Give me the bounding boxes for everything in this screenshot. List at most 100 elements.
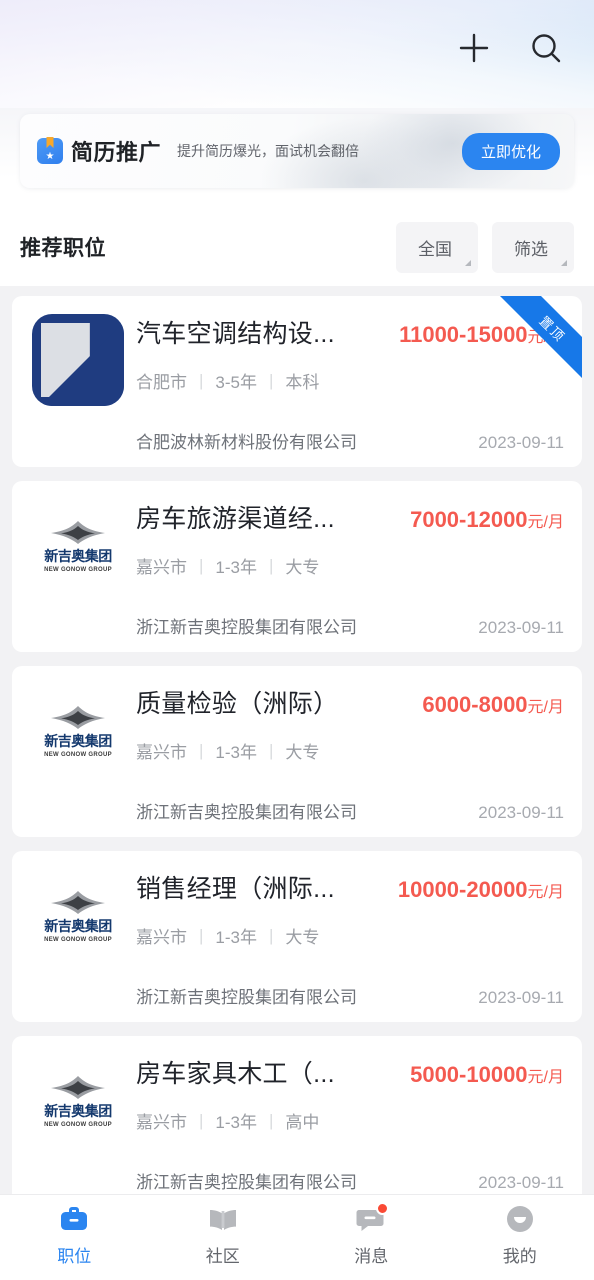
gonow-logo-en: NEW GONOW GROUP [44, 751, 112, 758]
gonow-logo-cn: 新吉奥集团 [44, 548, 112, 565]
job-education: 大专 [285, 743, 320, 762]
gonow-logo-cn: 新吉奥集团 [44, 1103, 112, 1120]
tab-messages[interactable]: 消息 [297, 1202, 446, 1267]
job-city: 嘉兴市 [136, 1113, 187, 1132]
banner-title: 简历推广 [71, 140, 162, 165]
meta-divider: | [199, 925, 204, 945]
gonow-logo-en: NEW GONOW GROUP [44, 566, 112, 573]
job-card-bottom: 浙江新吉奥控股集团有限公司 2023-09-11 [30, 613, 564, 638]
job-title-row: 质量检验（洲际） 6000-8000元/月 [136, 684, 564, 720]
job-education: 大专 [285, 928, 320, 947]
meta-divider: | [199, 555, 204, 575]
chat-icon [354, 1202, 390, 1235]
job-city: 合肥市 [136, 373, 187, 392]
job-title: 房车旅游渠道经... [136, 505, 335, 533]
company-logo: 新吉奥集团 NEW GONOW GROUP [30, 497, 126, 593]
meta-divider: | [269, 555, 274, 575]
job-card[interactable]: 新吉奥集团 NEW GONOW GROUP 销售经理（洲际... 10000-2000… [12, 851, 582, 1022]
tab-community[interactable]: 社区 [149, 1203, 298, 1267]
gonow-logo-en: NEW GONOW GROUP [44, 1121, 112, 1128]
job-salary: 11000-15000元/月 [399, 322, 564, 347]
job-list[interactable]: 置顶 汽车空调结构设... 11000-15000元/月 合肥市 | 3-5年 | 本科 合肥波… [0, 286, 594, 1194]
meta-divider: | [269, 370, 274, 390]
job-card-top: 新吉奥集团 NEW GONOW GROUP 质量检验（洲际） 6000-8000元/月… [30, 682, 564, 778]
job-city: 嘉兴市 [136, 928, 187, 947]
job-date: 2023-09-11 [478, 803, 564, 822]
job-education: 本科 [285, 373, 320, 392]
job-card[interactable]: 新吉奥集团 NEW GONOW GROUP 质量检验（洲际） 6000-8000元/月… [12, 666, 582, 837]
tab-jobs[interactable]: 职位 [0, 1203, 149, 1267]
region-filter[interactable]: 全国 [396, 221, 478, 273]
app-root: ★ 简历推广 提升简历爆光，面试机会翻倍 立即优化 推荐职位 全国 筛选 置顶汽… [0, 0, 594, 1280]
job-education: 高中 [285, 1113, 320, 1132]
filter-group: 全国 筛选 [396, 221, 574, 273]
tab-label-jobs: 职位 [57, 1247, 92, 1266]
meta-divider: | [199, 740, 204, 760]
job-title-row: 汽车空调结构设... 11000-15000元/月 [136, 314, 564, 350]
job-title: 房车家具木工（... [136, 1060, 335, 1088]
job-meta: 嘉兴市 | 1-3年 | 高中 [136, 1108, 564, 1133]
sort-filter[interactable]: 筛选 [492, 221, 574, 273]
job-meta: 嘉兴市 | 1-3年 | 大专 [136, 923, 564, 948]
company-logo: 新吉奥集团 NEW GONOW GROUP [30, 682, 126, 778]
job-card-bottom: 浙江新吉奥控股集团有限公司 2023-09-11 [30, 798, 564, 823]
job-card-bottom: 浙江新吉奥控股集团有限公司 2023-09-11 [30, 983, 564, 1008]
job-card[interactable]: 新吉奥集团 NEW GONOW GROUP 房车家具木工（... 5000-10000… [12, 1036, 582, 1194]
job-title: 汽车空调结构设... [136, 320, 335, 348]
salary-unit: 元/月 [527, 884, 564, 901]
briefcase-icon [57, 1203, 91, 1235]
job-experience: 1-3年 [215, 1113, 257, 1132]
gonow-logo-cn: 新吉奥集团 [44, 733, 112, 750]
optimize-now-button[interactable]: 立即优化 [461, 132, 560, 170]
job-card-top: 新吉奥集团 NEW GONOW GROUP 房车家具木工（... 5000-10000… [30, 1052, 564, 1148]
company-logo: 新吉奥集团 NEW GONOW GROUP [30, 1052, 126, 1148]
header-actions [454, 28, 566, 68]
job-salary: 10000-20000元/月 [397, 877, 564, 902]
job-date: 2023-09-11 [478, 433, 564, 452]
bottom-tab-bar: 职位 社区 消息 我的 [0, 1194, 594, 1280]
gonow-logo: 新吉奥集团 NEW GONOW GROUP [30, 508, 126, 582]
gonow-logo: 新吉奥集团 NEW GONOW GROUP [30, 878, 126, 952]
job-meta: 嘉兴市 | 1-3年 | 大专 [136, 738, 564, 763]
job-meta: 嘉兴市 | 1-3年 | 大专 [136, 553, 564, 578]
gonow-logo: 新吉奥集团 NEW GONOW GROUP [30, 1063, 126, 1137]
job-meta: 合肥市 | 3-5年 | 本科 [136, 368, 564, 393]
job-title-row: 销售经理（洲际... 10000-20000元/月 [136, 869, 564, 905]
job-salary: 7000-12000元/月 [410, 507, 564, 532]
salary-unit: 元/月 [527, 514, 564, 531]
job-card-top: 新吉奥集团 NEW GONOW GROUP 房车旅游渠道经... 7000-12000… [30, 497, 564, 593]
company-logo [30, 312, 126, 408]
search-icon[interactable] [526, 28, 566, 68]
job-title: 质量检验（洲际） [136, 690, 339, 718]
plus-icon[interactable] [454, 28, 494, 68]
job-company: 合肥波林新材料股份有限公司 [136, 433, 357, 452]
meta-divider: | [269, 1110, 274, 1130]
resume-badge-icon: ★ [37, 137, 63, 164]
recommended-jobs-bar: 推荐职位 全国 筛选 [0, 208, 594, 286]
job-company: 浙江新吉奥控股集团有限公司 [136, 803, 357, 822]
avatar-icon [503, 1203, 537, 1235]
job-card-top: 汽车空调结构设... 11000-15000元/月 合肥市 | 3-5年 | 本科 [30, 312, 564, 408]
salary-unit: 元/月 [527, 699, 564, 716]
job-card-main: 质量检验（洲际） 6000-8000元/月嘉兴市 | 1-3年 | 大专 [136, 682, 564, 778]
resume-promo-banner[interactable]: ★ 简历推广 提升简历爆光，面试机会翻倍 立即优化 [20, 114, 574, 188]
page-title: 推荐职位 [20, 237, 106, 260]
tab-label-profile: 我的 [502, 1247, 537, 1266]
tab-profile[interactable]: 我的 [446, 1203, 594, 1267]
job-city: 嘉兴市 [136, 743, 187, 762]
star-glyph: ★ [45, 151, 55, 162]
job-card-bottom: 浙江新吉奥控股集团有限公司 2023-09-11 [30, 1168, 564, 1193]
job-salary: 6000-8000元/月 [422, 692, 564, 717]
job-title: 销售经理（洲际... [136, 875, 335, 903]
gonow-logo: 新吉奥集团 NEW GONOW GROUP [30, 693, 126, 767]
meta-divider: | [269, 740, 274, 760]
job-experience: 1-3年 [215, 743, 257, 762]
gonow-logo-en: NEW GONOW GROUP [44, 936, 112, 943]
job-card[interactable]: 置顶 汽车空调结构设... 11000-15000元/月 合肥市 | 3-5年 | 本科 合肥波… [12, 296, 582, 467]
job-card-main: 房车家具木工（... 5000-10000元/月 嘉兴市 | 1-3年 | 高中 [136, 1052, 564, 1148]
job-company: 浙江新吉奥控股集团有限公司 [136, 618, 357, 637]
banner-subtitle: 提升简历爆光，面试机会翻倍 [177, 143, 360, 159]
job-card-main: 销售经理（洲际... 10000-20000元/月 嘉兴市 | 1-3年 | 大专 [136, 867, 564, 963]
job-card[interactable]: 新吉奥集团 NEW GONOW GROUP 房车旅游渠道经... 7000-12000… [12, 481, 582, 652]
promo-banner-area: ★ 简历推广 提升简历爆光，面试机会翻倍 立即优化 [0, 108, 594, 208]
